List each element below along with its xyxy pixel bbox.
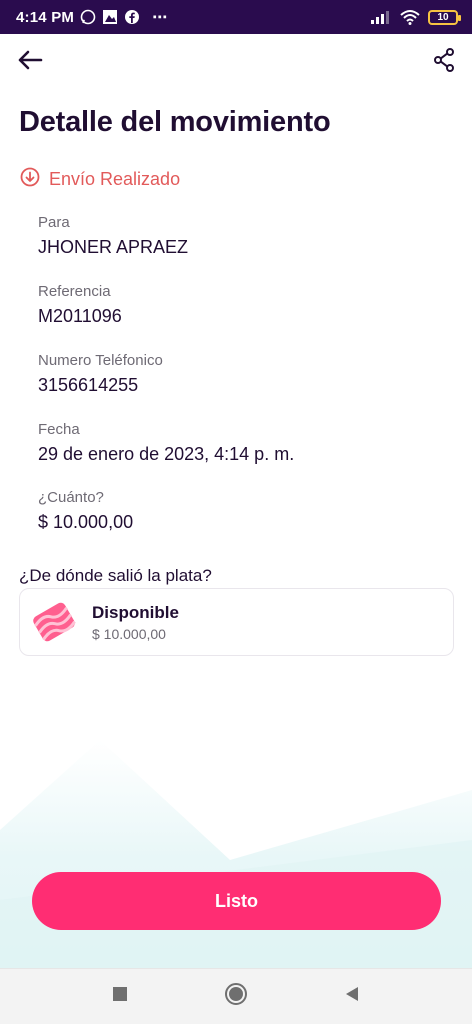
source-name: Disponible — [92, 602, 179, 622]
field-amount: ¿Cuánto? $ 10.000,00 — [38, 489, 133, 533]
source-card[interactable]: Disponible $ 10.000,00 — [19, 588, 454, 656]
signal-icon — [370, 9, 392, 25]
system-nav-bar — [0, 968, 472, 1024]
field-value: JHONER APRAEZ — [38, 237, 189, 257]
recents-button[interactable] — [107, 984, 133, 1010]
battery-icon: 10 — [428, 9, 461, 25]
circle-icon — [224, 982, 248, 1011]
image-icon — [102, 9, 118, 25]
source-text: Disponible $ 10.000,00 — [92, 603, 179, 642]
more-notifications: ⋯ — [152, 9, 168, 26]
share-icon — [432, 47, 456, 78]
square-icon — [113, 987, 127, 1006]
pocket-icon — [28, 596, 80, 648]
status-text: Envío Realizado — [49, 169, 181, 189]
field-label: ¿Cuánto? — [38, 489, 104, 506]
field-reference: Referencia M2011096 — [38, 283, 122, 327]
status-bar: 4:14 PM ⋯ 10 — [0, 0, 472, 34]
field-value: $ 10.000,00 — [38, 512, 134, 532]
status-time: 4:14 PM — [16, 8, 75, 26]
done-button[interactable]: Listo — [32, 872, 441, 930]
top-bar — [0, 34, 472, 90]
field-phone: Numero Teléfonico 3156614255 — [38, 352, 163, 396]
source-amount: $ 10.000,00 — [92, 625, 166, 642]
status-right: 10 — [370, 9, 461, 25]
field-label: Referencia — [38, 283, 111, 300]
field-label: Numero Teléfonico — [38, 352, 163, 369]
wifi-icon — [400, 9, 420, 25]
field-value: M2011096 — [38, 306, 122, 326]
facebook-icon — [124, 9, 140, 25]
whatsapp-icon — [80, 9, 96, 25]
arrow-left-icon — [17, 49, 43, 76]
system-back-button[interactable] — [339, 984, 365, 1010]
field-label: Fecha — [38, 421, 80, 438]
triangle-back-icon — [344, 986, 360, 1007]
page-title: Detalle del movimiento — [19, 106, 331, 138]
field-date: Fecha 29 de enero de 2023, 4:14 p. m. — [38, 421, 294, 465]
arrow-down-circle-icon — [20, 167, 40, 192]
background-decoration — [0, 740, 472, 970]
field-recipient: Para JHONER APRAEZ — [38, 214, 188, 258]
field-value: 3156614255 — [38, 375, 139, 395]
field-label: Para — [38, 214, 70, 231]
source-section-title: ¿De dónde salió la plata? — [19, 566, 212, 585]
share-button[interactable] — [428, 46, 460, 78]
back-button[interactable] — [14, 46, 46, 78]
home-button[interactable] — [223, 982, 249, 1011]
status-left: 4:14 PM ⋯ — [16, 8, 168, 27]
field-value: 29 de enero de 2023, 4:14 p. m. — [38, 444, 295, 464]
transaction-status: Envío Realizado — [20, 167, 180, 192]
